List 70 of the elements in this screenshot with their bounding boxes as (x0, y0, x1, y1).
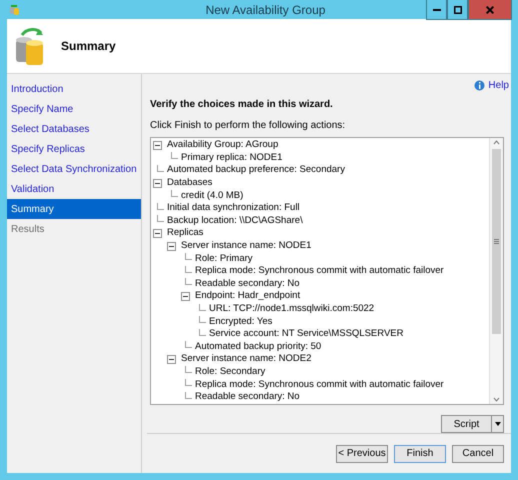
help-label[interactable]: Help (488, 80, 509, 91)
tree-line-icon (185, 392, 192, 399)
tree-line-icon (157, 202, 164, 210)
tree-item[interactable]: Replica mode: Synchronous commit with automatic failover (195, 378, 444, 391)
tree-item[interactable]: credit (4.0 MB) (181, 190, 244, 202)
tree-line-icon (157, 164, 164, 172)
tree-line-icon (199, 304, 206, 311)
collapse-icon[interactable] (153, 228, 162, 238)
minimize-icon (432, 8, 440, 10)
finish-button[interactable]: Finish (394, 444, 446, 462)
tree-item[interactable]: Service account: NT Service\MSSQLSERVER (209, 328, 404, 340)
tree-item[interactable]: Automated backup preference: Secondary (167, 164, 345, 176)
help-link[interactable]: Help (474, 80, 509, 91)
dropdown-icon[interactable] (494, 422, 500, 426)
tree-item[interactable]: Server instance name: NODE1 (181, 240, 312, 252)
collapse-icon[interactable] (167, 242, 176, 251)
tree-item[interactable]: Role: Secondary (195, 366, 266, 378)
tree-item[interactable]: Readable secondary: No (195, 391, 300, 404)
window-title: New Availability Group (206, 2, 326, 16)
script-button[interactable]: Script (441, 415, 504, 433)
nav-link[interactable]: Specify Replicas (7, 139, 141, 159)
minimize-button[interactable] (426, 0, 447, 20)
nav-link[interactable]: Summary (7, 199, 141, 219)
nav-link[interactable]: Specify Name (7, 99, 141, 119)
collapse-icon[interactable] (153, 178, 162, 188)
tree-item[interactable]: URL: TCP://node1.mssqlwiki.com:5022 (209, 303, 374, 316)
collapse-icon[interactable] (181, 292, 190, 301)
tree-line-icon (171, 190, 178, 198)
tree-item[interactable]: Role: Primary (195, 252, 253, 265)
tree-item[interactable]: Endpoint: Hadr_endpoint (195, 290, 300, 302)
page-title: Summary (61, 39, 116, 53)
tree-item[interactable]: Availability Group: AGroup (167, 139, 278, 152)
tree-item[interactable]: Encrypted: Yes (209, 316, 272, 328)
nav-link[interactable]: Select Data Synchronization (7, 159, 141, 179)
tree-line-icon (185, 266, 192, 273)
tree-item[interactable]: Primary replica: NODE1 (181, 152, 282, 164)
close-icon (486, 6, 494, 14)
tree-item[interactable]: Server instance name: NODE2 (181, 353, 312, 366)
collapse-icon[interactable] (153, 140, 162, 150)
tree-line-icon (199, 316, 206, 324)
instruction-text: Click Finish to perform the following actions: (150, 120, 346, 131)
heading-text: Verify the choices made in this wizard. (150, 99, 334, 110)
previous-button[interactable]: < Previous (336, 444, 388, 462)
cancel-button[interactable]: Cancel (452, 444, 504, 462)
tree-item[interactable]: Backup location: \\DC\AGShare\ (167, 214, 303, 227)
tree-line-icon (171, 152, 178, 160)
nav-link[interactable]: Introduction (7, 79, 141, 99)
collapse-icon[interactable] (167, 354, 176, 364)
tree-line-icon (185, 341, 192, 348)
app-icon (9, 4, 20, 15)
tree-line-icon (157, 215, 164, 222)
tree-item[interactable]: Replica mode: Synchronous commit with automatic failover (195, 265, 444, 278)
tree-item[interactable]: Initial data synchronization: Full (167, 202, 300, 214)
maximize-icon (454, 6, 462, 14)
tree-line-icon (185, 278, 192, 286)
close-button[interactable] (468, 0, 512, 20)
tree-item[interactable]: Databases (167, 177, 212, 190)
help-icon (474, 80, 486, 91)
tree-line-icon (185, 366, 192, 374)
tree-item[interactable]: Replicas (167, 227, 204, 240)
tree-item[interactable]: Readable secondary: No (195, 278, 300, 290)
tree-line-icon (199, 328, 206, 336)
nav-link[interactable]: Validation (7, 179, 141, 199)
scroll-thumb[interactable] (492, 149, 501, 334)
nav-link[interactable]: Select Databases (7, 119, 141, 139)
tree-line-icon (185, 253, 192, 260)
maximize-button[interactable] (447, 0, 468, 20)
tree-line-icon (185, 379, 192, 386)
tree-item[interactable]: Automated backup priority: 50 (195, 340, 322, 353)
scrollbar[interactable] (489, 138, 503, 404)
